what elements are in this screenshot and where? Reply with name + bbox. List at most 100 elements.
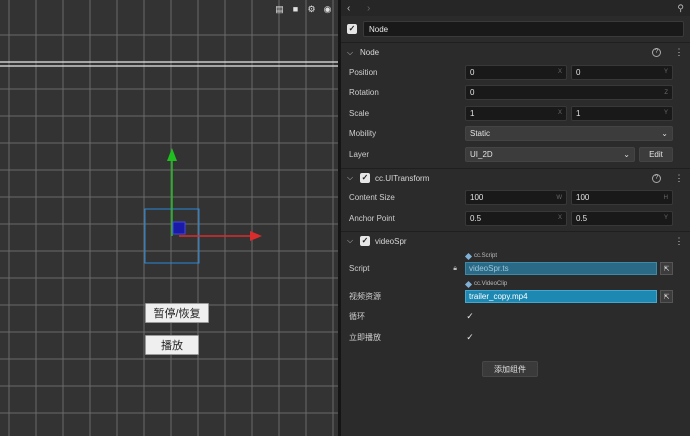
- position-y-input[interactable]: 0Y: [571, 64, 673, 80]
- layer-label: Layer: [349, 149, 370, 159]
- autoplay-label: 立即播放: [349, 332, 381, 342]
- video-clip-input[interactable]: trailer_copy.mp4: [465, 290, 657, 303]
- pin-icon[interactable]: ⚲: [677, 3, 684, 14]
- help-icon[interactable]: ?: [652, 173, 661, 183]
- asset-type-tag: cc.Script: [464, 252, 498, 260]
- content-width-value: 100: [470, 193, 484, 203]
- scene-view[interactable]: ▤ ■ ⚙ ◉ 暂停/恢复 播放: [0, 0, 338, 436]
- node-name-input[interactable]: Node: [363, 21, 684, 37]
- section-title: videoSpr: [375, 236, 407, 246]
- asset-type-icon: [464, 252, 473, 260]
- chevron-down-icon[interactable]: ⌵: [347, 48, 355, 58]
- more-options-icon[interactable]: ⋮: [674, 173, 684, 184]
- y-axis-arrow-icon[interactable]: [167, 148, 177, 161]
- script-asset-field: cc.Script videoSpr.ts ⇱: [464, 252, 673, 275]
- axis-label: H: [663, 194, 668, 201]
- script-row: Script 🔒︎ cc.Script videoSpr.ts ⇱: [341, 251, 690, 281]
- section-title: cc.UITransform: [375, 173, 430, 183]
- axis-label: Y: [663, 110, 668, 117]
- uitransform-section-header[interactable]: ⌵ ✓ cc.UITransform ? ⋮: [341, 167, 690, 188]
- layer-value: UI_2D: [470, 149, 493, 159]
- axis-label: X: [557, 215, 562, 222]
- loop-checkbox[interactable]: ✓: [465, 311, 475, 322]
- position-x-input[interactable]: 0X: [465, 64, 567, 80]
- scale-x-input[interactable]: 1X: [465, 105, 567, 121]
- mobility-value: Static: [470, 129, 491, 139]
- node-name-row: ✓ Node: [341, 16, 690, 42]
- axis-label: Z: [664, 89, 668, 96]
- loop-label: 循环: [349, 312, 365, 322]
- help-icon[interactable]: ?: [652, 48, 661, 57]
- position-x-value: 0: [470, 67, 475, 77]
- axis-label: X: [557, 69, 562, 76]
- transform-gizmo[interactable]: [0, 0, 338, 436]
- asset-type-icon: [464, 280, 473, 288]
- position-label: Position: [349, 67, 378, 77]
- pause-resume-button[interactable]: 暂停/恢复: [145, 303, 209, 323]
- position-y-value: 0: [576, 67, 581, 77]
- more-options-icon[interactable]: ⋮: [674, 236, 684, 247]
- mobility-row: Mobility Static ⌄: [341, 124, 690, 145]
- anchor-y-value: 0.5: [576, 213, 588, 223]
- content-size-row: Content Size 100 W 100 H: [341, 188, 690, 209]
- asset-type-tag: cc.VideoClip: [464, 280, 508, 288]
- section-title: Node: [360, 48, 380, 57]
- anchor-x-value: 0.5: [470, 213, 482, 223]
- script-label: Script 🔒︎: [349, 264, 465, 273]
- forward-arrow-icon[interactable]: ›: [367, 3, 387, 14]
- lock-icon: 🔒︎: [453, 264, 457, 272]
- scale-y-input[interactable]: 1Y: [571, 105, 673, 121]
- anchor-y-input[interactable]: 0.5 Y: [571, 210, 673, 226]
- autoplay-row: 立即播放 ✓: [341, 327, 690, 348]
- inspector-panel: ‹ › ⚲ ✓ Node ⌵ Node ? ⋮ Position 0X 0Y R…: [341, 0, 690, 436]
- node-active-checkbox[interactable]: ✓: [347, 24, 357, 34]
- anchor-point-label: Anchor Point: [349, 213, 395, 223]
- uitransform-enabled-checkbox[interactable]: ✓: [360, 173, 370, 183]
- move-handle-icon[interactable]: [172, 221, 186, 235]
- chevron-down-icon: ⌄: [623, 149, 630, 159]
- asset-type-label: cc.VideoClip: [474, 281, 508, 287]
- layer-select[interactable]: UI_2D ⌄: [465, 146, 635, 162]
- video-resource-row: 视频资源 cc.VideoClip trailer_copy.mp4 ⇱: [341, 280, 690, 307]
- back-arrow-icon[interactable]: ‹: [347, 3, 367, 14]
- axis-label: Y: [663, 215, 668, 222]
- more-options-icon[interactable]: ⋮: [674, 47, 684, 58]
- loop-row: 循环 ✓: [341, 307, 690, 328]
- scale-x-value: 1: [470, 108, 475, 118]
- chevron-down-icon: ⌄: [661, 129, 668, 139]
- script-label-text: Script: [349, 264, 370, 273]
- content-width-input[interactable]: 100 W: [465, 190, 567, 206]
- mobility-label: Mobility: [349, 129, 377, 139]
- script-asset-input[interactable]: videoSpr.ts: [465, 262, 657, 275]
- layer-edit-button[interactable]: Edit: [639, 146, 673, 162]
- position-row: Position 0X 0Y: [341, 62, 690, 83]
- videospr-enabled-checkbox[interactable]: ✓: [360, 236, 370, 246]
- chevron-down-icon[interactable]: ⌵: [347, 173, 355, 183]
- asset-type-label: cc.Script: [474, 253, 498, 259]
- rotation-z-input[interactable]: 0Z: [465, 85, 673, 101]
- asset-picker-icon[interactable]: ⇱: [660, 290, 673, 303]
- content-height-input[interactable]: 100 H: [571, 190, 673, 206]
- inspector-toolbar: ‹ › ⚲: [341, 0, 690, 16]
- content-height-value: 100: [576, 193, 590, 203]
- chevron-down-icon[interactable]: ⌵: [347, 236, 355, 246]
- layer-row: Layer UI_2D ⌄ Edit: [341, 144, 690, 165]
- autoplay-checkbox[interactable]: ✓: [465, 332, 475, 342]
- axis-label: W: [556, 194, 562, 201]
- node-section-header[interactable]: ⌵ Node ? ⋮: [341, 42, 690, 62]
- mobility-select[interactable]: Static ⌄: [465, 126, 673, 142]
- anchor-point-row: Anchor Point 0.5 X 0.5 Y: [341, 208, 690, 229]
- scale-row: Scale 1X 1Y: [341, 103, 690, 124]
- add-component-button[interactable]: 添加组件: [482, 361, 538, 377]
- content-size-label: Content Size: [349, 193, 395, 203]
- axis-label: X: [557, 110, 562, 117]
- rotation-label: Rotation: [349, 88, 379, 98]
- videospr-section-header[interactable]: ⌵ ✓ videoSpr ⋮: [341, 230, 690, 251]
- asset-picker-icon[interactable]: ⇱: [660, 262, 673, 275]
- video-asset-field: cc.VideoClip trailer_copy.mp4 ⇱: [464, 280, 673, 303]
- anchor-x-input[interactable]: 0.5 X: [465, 210, 567, 226]
- x-axis-arrow-icon[interactable]: [250, 231, 262, 241]
- axis-label: Y: [663, 69, 668, 76]
- rotation-row: Rotation 0Z: [341, 83, 690, 104]
- play-button[interactable]: 播放: [145, 335, 199, 355]
